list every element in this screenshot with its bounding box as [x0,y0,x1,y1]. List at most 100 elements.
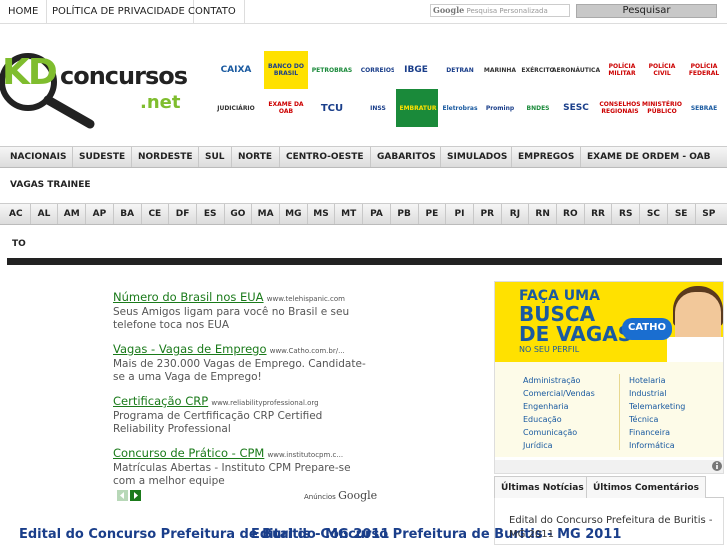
logo-judiciario[interactable]: JUDICIÁRIO [214,89,258,127]
logo-caixa[interactable]: CAIXA [214,51,258,89]
category-item[interactable]: Educação [523,413,595,426]
catho-banner[interactable]: FAÇA UMA BUSCA DE VAGAS NO SEU PERFIL CAT… [494,281,724,474]
logo-banco-do-brasil[interactable]: BANCO DO BRASIL [264,51,308,89]
ad-info-icon[interactable] [711,460,723,472]
category-item[interactable]: Hotelaria [629,374,685,387]
ad-title[interactable]: Vagas - Vagas de Emprego [113,342,267,356]
category-item[interactable]: Telemarketing [629,400,685,413]
state-al[interactable]: AL [29,204,58,224]
state-navigation: AC AL AM AP BA CE DF ES GO MA MG MS MT PA PB PE PI PR RJ RN… [0,203,727,225]
category-item[interactable]: Informática [629,439,685,452]
nav-sudeste[interactable]: SUDESTE [72,147,131,167]
partner-logo-grid: CAIXA BANCO DO BRASIL PETROBRAS CORREIOS… [210,47,727,127]
ad-item[interactable]: Concurso de Prático - CPM www.institutoc… [113,446,373,488]
nav-privacy-policy[interactable]: POLÍTICA DE PRIVACIDADE [44,0,194,24]
nav-sul[interactable]: SUL [198,147,231,167]
nav-home[interactable]: HOME [0,0,48,24]
nav-vagas-trainee[interactable]: VAGAS TRAINEE [10,180,91,190]
category-item[interactable]: Financeira [629,426,685,439]
logo-policia-militar[interactable]: POLÍCIA MILITAR [600,51,644,89]
state-rn[interactable]: RN [528,204,556,224]
top-navigation: HOME POLÍTICA DE PRIVACIDADE CONTATO Goo… [0,0,727,24]
logo-sebrae[interactable]: SEBRAE [682,89,726,127]
nav-simulados[interactable]: SIMULADOS [440,147,513,167]
category-item[interactable]: Jurídica [523,439,595,452]
category-item[interactable]: Industrial [629,387,685,400]
nav-nordeste[interactable]: NORDESTE [131,147,199,167]
state-pb[interactable]: PB [389,204,418,224]
tab-latest-news[interactable]: Últimas Notícias [494,476,591,498]
state-pi[interactable]: PI [445,204,473,224]
logo-ministerio-publico[interactable]: MINISTÉRIO PÚBLICO [640,89,684,127]
logo-tcu[interactable]: TCU [310,89,354,127]
state-df[interactable]: DF [168,204,196,224]
ad-description: Mais de 230.000 Vagas de Emprego. Candid… [113,358,366,383]
nav-empregos[interactable]: EMPREGOS [511,147,580,167]
ad-next-icon[interactable] [130,490,141,501]
logo-embratur[interactable]: EMBRATUR [396,89,440,127]
logo-sesc[interactable]: SESC [554,89,598,127]
logo-aeronautica[interactable]: AERONÁUTICA [552,51,600,89]
category-item[interactable]: Técnica [629,413,685,426]
sidebar-tabs: Últimas Notícias Últimos Comentários [494,476,724,498]
state-ba[interactable]: BA [112,204,141,224]
category-item[interactable]: Administração [523,374,595,387]
state-es[interactable]: ES [195,204,224,224]
ad-title[interactable]: Concurso de Prático - CPM [113,446,264,460]
category-item[interactable]: Comercial/Vendas [523,387,595,400]
state-rr[interactable]: RR [583,204,612,224]
nav-nacionais[interactable]: NACIONAIS [4,147,72,167]
state-ac[interactable]: AC [2,204,30,224]
sidebar-list-item[interactable]: Edital do Concurso Prefeitura de Buritis… [509,514,714,542]
state-ro[interactable]: RO [556,204,584,224]
google-brand: Google [433,5,465,15]
tab-latest-comments[interactable]: Últimos Comentários [586,476,706,498]
state-pa[interactable]: PA [362,204,390,224]
ad-item[interactable]: Número do Brasil nos EUA www.telehispani… [113,290,373,332]
state-pe[interactable]: PE [417,204,446,224]
nav-exame-oab[interactable]: EXAME DE ORDEM - OAB [580,147,716,167]
nav-centro-oeste[interactable]: CENTRO-OESTE [279,147,369,167]
ad-prev-icon[interactable] [117,490,128,501]
main-navigation: NACIONAIS SUDESTE NORDESTE SUL NORTE CEN… [0,146,727,168]
ads-by-google[interactable]: Anúncios Google [304,489,377,502]
state-go[interactable]: GO [223,204,252,224]
logo-eletrobras[interactable]: Eletrobras [438,89,482,127]
nav-contact[interactable]: CONTATO [180,0,245,24]
state-ma[interactable]: MA [251,204,279,224]
category-item[interactable]: Comunicação [523,426,595,439]
nav-gabaritos[interactable]: GABARITOS [370,147,442,167]
search-input[interactable]: Google Pesquisa Personalizada [430,4,570,17]
nav-norte[interactable]: NORTE [231,147,278,167]
category-item[interactable]: Engenharia [523,400,595,413]
logo-detran[interactable]: DETRAN [438,51,482,89]
state-ap[interactable]: AP [85,204,113,224]
banner-divider [619,374,620,450]
logo-oab[interactable]: EXAME DA OAB [264,89,308,127]
site-logo[interactable]: KD concursos .net [0,44,200,129]
state-rs[interactable]: RS [611,204,639,224]
logo-inss[interactable]: INSS [356,89,400,127]
logo-conselhos-regionais[interactable]: CONSELHOS REGIONAIS [598,89,642,127]
state-pr[interactable]: PR [472,204,501,224]
state-rj[interactable]: RJ [500,204,529,224]
ad-item[interactable]: Certificação CRP www.reliabilityprofessi… [113,394,373,436]
ad-item[interactable]: Vagas - Vagas de Emprego www.Catho.com.b… [113,342,373,384]
state-ce[interactable]: CE [140,204,169,224]
state-to[interactable]: TO [12,239,26,249]
state-sp[interactable]: SP [694,204,723,224]
logo-policia-civil[interactable]: POLÍCIA CIVIL [640,51,684,89]
state-se[interactable]: SE [666,204,695,224]
ad-title[interactable]: Certificação CRP [113,394,208,408]
state-mt[interactable]: MT [334,204,362,224]
state-sc[interactable]: SC [639,204,667,224]
state-mg[interactable]: MG [279,204,307,224]
ad-title[interactable]: Número do Brasil nos EUA [113,290,264,304]
banner-footer [495,460,723,473]
state-am[interactable]: AM [57,204,85,224]
logo-petrobras[interactable]: PETROBRAS [310,51,354,89]
search-button[interactable]: Pesquisar [576,4,717,18]
state-ms[interactable]: MS [306,204,335,224]
logo-policia-federal[interactable]: POLÍCIA FEDERAL [682,51,726,89]
logo-ibge[interactable]: IBGE [394,51,438,89]
